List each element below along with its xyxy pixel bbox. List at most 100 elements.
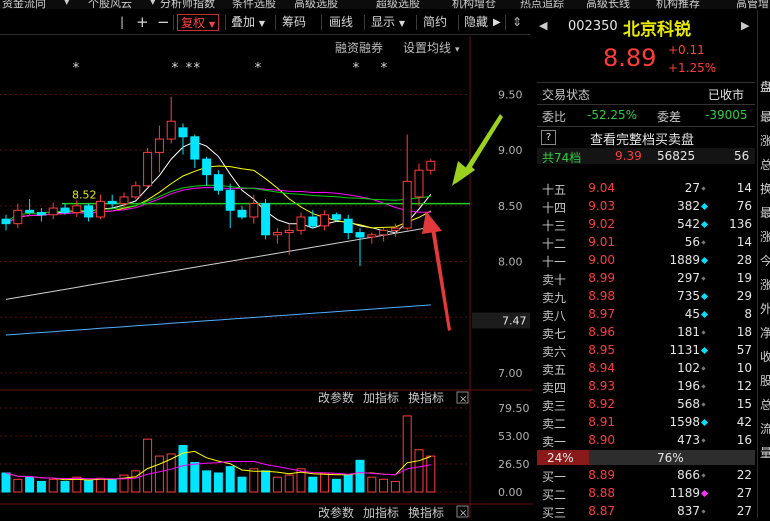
top-menu-item[interactable]: 高级选股 xyxy=(294,0,338,9)
ask-row[interactable]: 十三 9.02 542 136 xyxy=(533,216,770,234)
expand-icon[interactable]: ⇕ xyxy=(512,14,522,31)
last-price: 8.89 xyxy=(603,44,657,72)
volume-bar xyxy=(272,476,282,493)
volume-bar xyxy=(320,472,330,493)
candle-body xyxy=(72,205,82,214)
level-volume: 297 xyxy=(677,271,700,285)
ask-row[interactable]: 卖七 8.96 181 18 xyxy=(533,324,770,342)
display-label: 显示 xyxy=(371,15,396,29)
level-name: 十三 xyxy=(542,219,567,233)
side-stat-label: 总 xyxy=(760,398,770,412)
level-orders: 27 xyxy=(736,504,752,518)
chevron-down-icon[interactable]: ▾ xyxy=(64,0,70,8)
top-menu-item[interactable]: 高管增 xyxy=(736,0,769,9)
event-marker: * xyxy=(254,61,262,76)
level-volume: 866 xyxy=(677,468,700,482)
top-menu-item[interactable]: 分析师指数 xyxy=(160,0,215,9)
ask-row[interactable]: 卖四 8.93 196 12 xyxy=(533,378,770,396)
price-change-pct: +1.25% xyxy=(668,61,717,75)
chevron-down-icon[interactable]: ▾ xyxy=(150,0,156,8)
full-orderbook-link[interactable]: 查看完整档买卖盘 xyxy=(590,129,694,148)
volume-axis-label: 0.00 xyxy=(498,486,523,499)
overlay-button[interactable]: 叠加 ▼ xyxy=(231,14,265,31)
volume-bar xyxy=(426,455,436,493)
candle-body xyxy=(178,127,188,138)
ask-row[interactable]: 卖一 8.90 473 16 xyxy=(533,432,770,450)
level-volume: 837 xyxy=(677,504,700,518)
candle-body xyxy=(284,229,294,234)
volume-axis-label: 53.00 xyxy=(498,430,530,443)
ask-row[interactable]: 十四 9.03 382 76 xyxy=(533,198,770,216)
volume-bar xyxy=(249,468,259,493)
top-menu-item[interactable]: 机构增仓 xyxy=(452,0,496,9)
level-volume: 473 xyxy=(677,433,700,447)
level-price: 8.99 xyxy=(588,271,615,285)
level-volume: 568 xyxy=(677,397,700,411)
top-menu-item[interactable]: 机构推荐 xyxy=(656,0,700,9)
volume-bar xyxy=(25,476,35,493)
ask-row[interactable]: 卖九 8.98 735 29 xyxy=(533,288,770,306)
next-stock-icon[interactable]: ▶ xyxy=(741,19,749,32)
top-menu-item[interactable]: 超级选股 xyxy=(376,0,420,9)
top-menu-item[interactable]: 条件选股 xyxy=(232,0,276,9)
ask-row[interactable]: 十一 9.00 1889 28 xyxy=(533,252,770,270)
top-menu-item[interactable]: 热点追踪 xyxy=(520,0,564,9)
ask-row[interactable]: 十二 9.01 56 14 xyxy=(533,234,770,252)
bid-row[interactable]: 买二 8.88 1189 27 xyxy=(533,485,770,503)
candle-body xyxy=(390,227,400,231)
ask-row[interactable]: 卖五 8.94 102 10 xyxy=(533,360,770,378)
level-orders: 12 xyxy=(736,379,752,393)
toolbar-divider-icon: | xyxy=(120,15,125,29)
side-stat-label: 流 xyxy=(760,422,770,436)
bid-row[interactable]: 买一 8.89 866 22 xyxy=(533,467,770,485)
ask-row[interactable]: 卖三 8.92 568 15 xyxy=(533,396,770,414)
volume-axis-label: 26.50 xyxy=(498,458,530,471)
level-volume: 102 xyxy=(677,361,700,375)
support-level-label: 8.52 xyxy=(72,189,97,202)
level-price: 8.92 xyxy=(588,397,615,411)
level-orders: 42 xyxy=(736,415,752,429)
level-volume: 27 xyxy=(684,181,700,195)
ask-row[interactable]: 卖二 8.91 1598 42 xyxy=(533,414,770,432)
zoom-out-button[interactable]: − xyxy=(157,14,170,31)
side-stat-label: 收 xyxy=(760,350,770,364)
ask-row[interactable]: 卖十 8.99 297 19 xyxy=(533,270,770,288)
zoom-in-button[interactable]: + xyxy=(136,14,149,31)
level-orders: 16 xyxy=(736,433,752,447)
side-tab-pankou[interactable]: 盘 xyxy=(760,78,770,95)
fuquan-button[interactable]: 复权 ▼ xyxy=(177,14,219,31)
top-menu-item[interactable]: 资金流向 xyxy=(2,0,46,9)
top-menu-item[interactable]: 高级长线 xyxy=(586,0,630,9)
simple-mode-button[interactable]: 简约 xyxy=(423,14,447,31)
play-right-icon[interactable]: ▶ xyxy=(493,14,501,31)
candle-body xyxy=(343,218,353,234)
order-change-icon xyxy=(700,220,709,229)
bid-orderbook: 买一 8.89 866 22 买二 8.88 1189 27 买三 8.87 837 27 xyxy=(533,467,770,521)
display-button[interactable]: 显示 ▼ xyxy=(371,14,405,31)
top-menu-item[interactable]: 个股风云 xyxy=(88,0,132,9)
prev-stock-icon[interactable]: ◀ xyxy=(539,19,547,32)
trade-status-value: 已收市 xyxy=(708,88,745,102)
level-price: 9.03 xyxy=(588,199,615,213)
volume-axis-label: 79.50 xyxy=(498,402,530,415)
candle-body xyxy=(367,234,377,238)
ask-row[interactable]: 卖六 8.95 1131 57 xyxy=(533,342,770,360)
level-name: 买一 xyxy=(542,470,567,484)
help-icon[interactable]: ? xyxy=(541,130,556,145)
draw-line-button[interactable]: 画线 xyxy=(329,14,353,31)
candle-body xyxy=(414,169,424,198)
ask-row[interactable]: 十五 9.04 27 14 xyxy=(533,180,770,198)
indicator-switch-button: 换指标 xyxy=(408,505,444,518)
candle-body xyxy=(213,174,223,191)
kline-chart[interactable]: 9.509.008.508.007.507.007.47融资融券设置均线▾***… xyxy=(0,36,533,518)
chevron-down-icon: ▼ xyxy=(258,19,265,28)
weicha-value: -39005 xyxy=(705,108,748,122)
bid-row[interactable]: 买三 8.87 837 27 xyxy=(533,503,770,521)
chips-button[interactable]: 筹码 xyxy=(282,14,306,31)
candle-body xyxy=(107,200,117,205)
ask-row[interactable]: 卖八 8.97 45 8 xyxy=(533,306,770,324)
level-volume: 735 xyxy=(677,289,700,303)
volume-bar xyxy=(213,472,223,493)
hide-button[interactable]: 隐藏 xyxy=(464,14,488,31)
fuquan-label: 复权 xyxy=(181,16,206,30)
